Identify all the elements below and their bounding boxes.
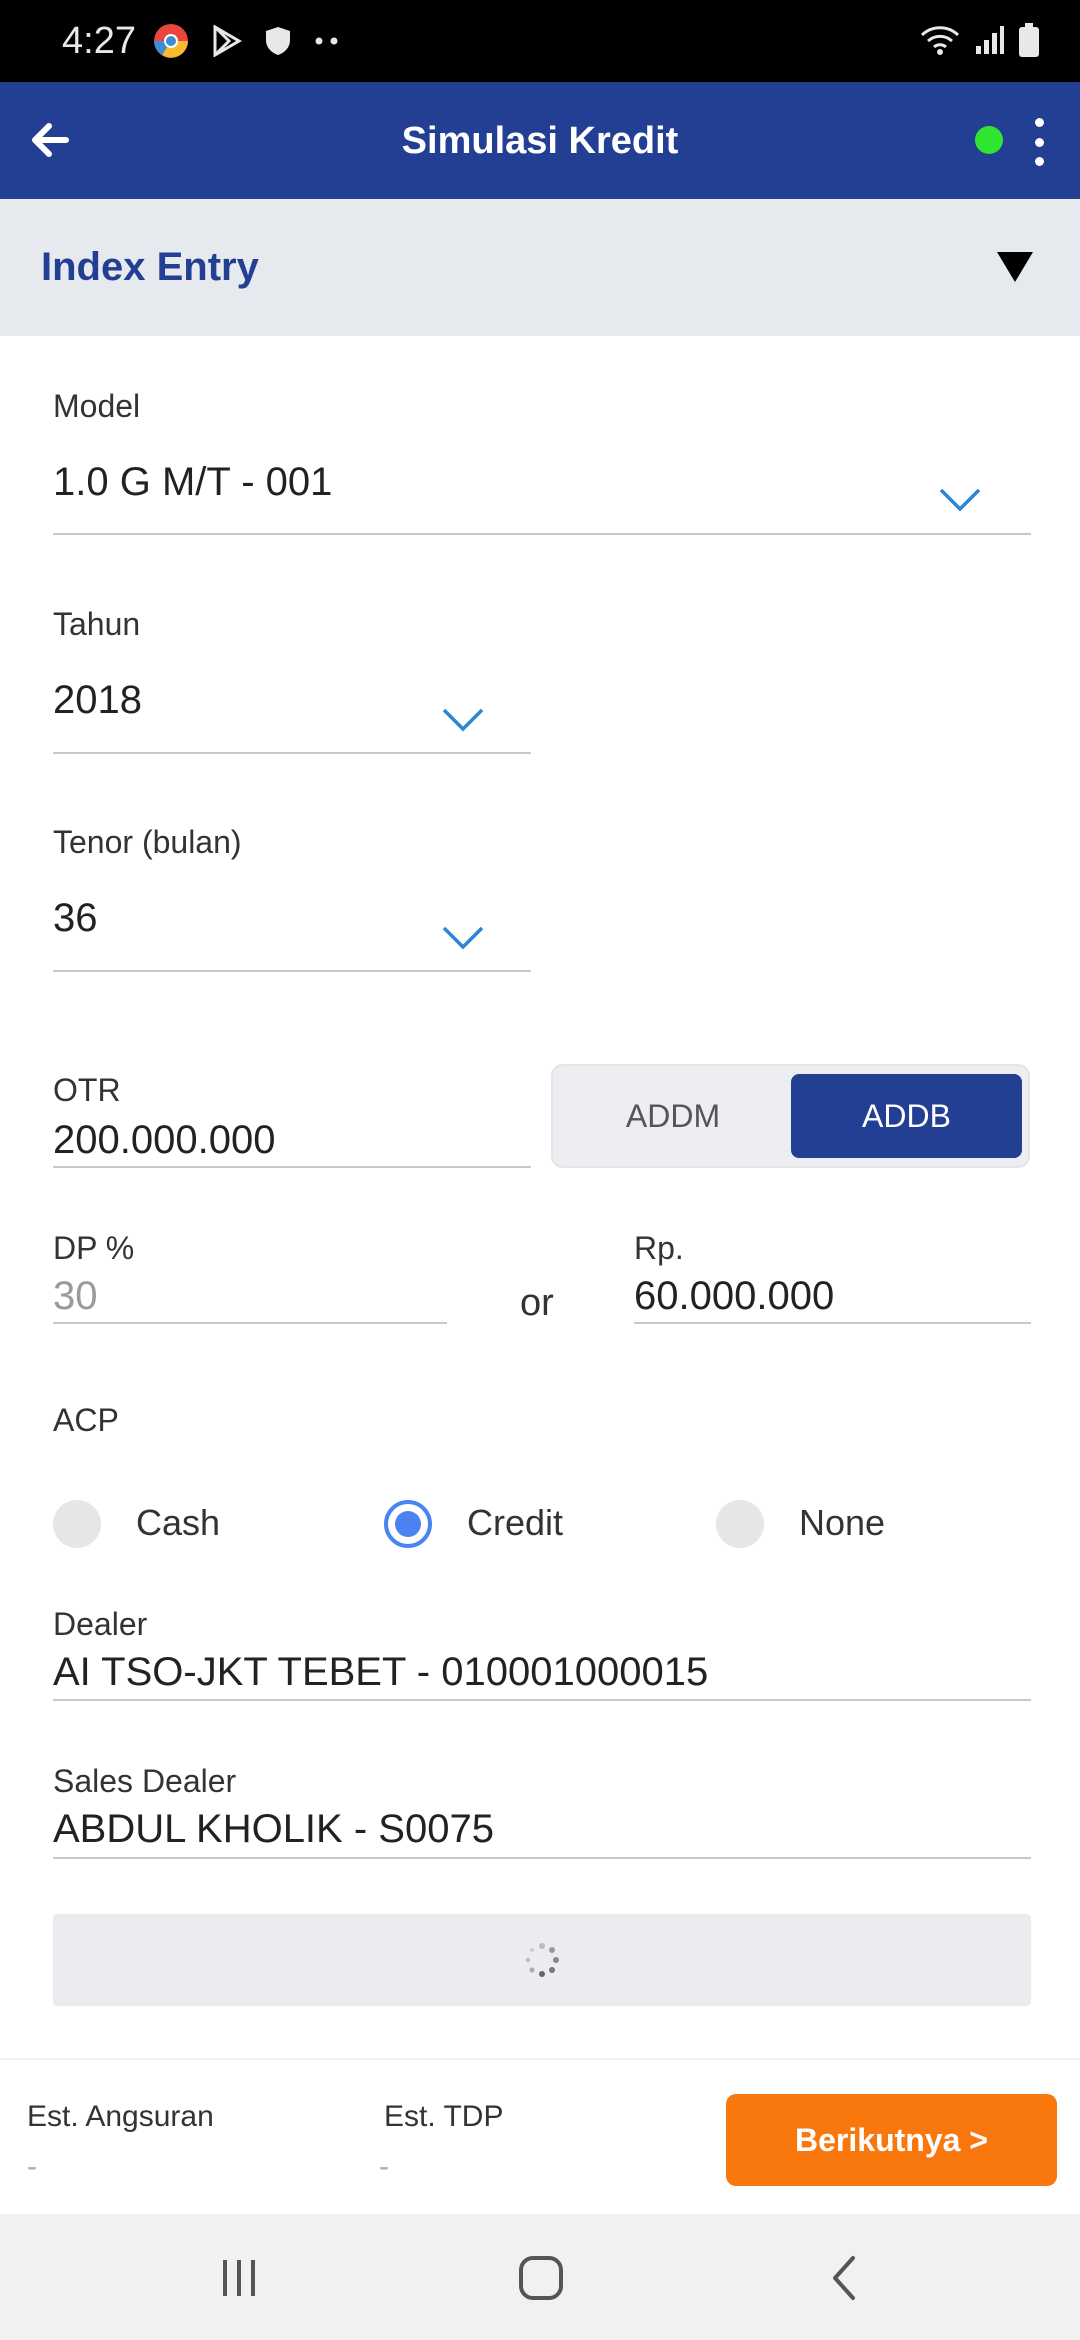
tahun-label: Tahun xyxy=(53,606,141,642)
sales-dealer-underline xyxy=(53,1857,1031,1859)
dp-percent-underline xyxy=(53,1322,447,1324)
summary-panel: Est. Angsuran - Est. TDP - Berikutnya > xyxy=(0,2058,1080,2214)
est-angsuran-label: Est. Angsuran xyxy=(27,2100,214,2133)
system-nav-bar xyxy=(0,2214,1080,2340)
est-tdp-value: - xyxy=(379,2150,389,2183)
otr-underline xyxy=(53,1166,531,1168)
battery-icon xyxy=(1019,23,1039,57)
est-angsuran-value: - xyxy=(27,2150,37,2183)
addb-option[interactable]: ADDB xyxy=(791,1074,1022,1158)
dealer-label: Dealer xyxy=(53,1606,148,1642)
spinner-icon xyxy=(525,1943,559,1977)
model-label: Model xyxy=(53,388,141,424)
addm-addb-toggle: ADDM ADDB xyxy=(551,1064,1030,1168)
dealer-underline xyxy=(53,1699,1031,1701)
est-tdp-label: Est. TDP xyxy=(384,2100,504,2133)
chevron-down-icon xyxy=(442,926,484,950)
chevron-down-icon xyxy=(939,488,981,512)
tenor-underline xyxy=(53,970,531,972)
more-vert-icon xyxy=(1034,118,1044,127)
triangle-down-icon[interactable] xyxy=(996,251,1034,283)
tahun-dropdown[interactable]: 2018 xyxy=(53,668,531,754)
radio-none-label: None xyxy=(799,1502,886,1543)
model-underline xyxy=(53,533,1031,535)
dp-amount-label: Rp. xyxy=(634,1230,684,1266)
model-value: 1.0 G M/T - 001 xyxy=(53,460,333,504)
tahun-underline xyxy=(53,752,531,754)
otr-input[interactable]: 200.000.000 xyxy=(53,1118,275,1163)
radio-credit-label: Credit xyxy=(467,1502,564,1543)
addm-option[interactable]: ADDM xyxy=(563,1074,783,1158)
online-status-dot xyxy=(975,126,1003,154)
otr-label: OTR xyxy=(53,1072,121,1108)
section-title: Index Entry xyxy=(41,245,259,289)
more-notifications-icon xyxy=(315,37,338,45)
more-options-button[interactable] xyxy=(1025,118,1053,166)
radio-none[interactable] xyxy=(716,1500,764,1548)
dp-amount-underline xyxy=(634,1322,1031,1324)
shield-icon xyxy=(266,27,290,55)
dp-percent-label: DP % xyxy=(53,1230,135,1266)
acp-cash-option[interactable]: Cash xyxy=(53,1496,353,1552)
notification-icons xyxy=(152,22,340,60)
recent-apps-button[interactable] xyxy=(209,2250,269,2306)
wifi-icon xyxy=(920,26,960,55)
dealer-input[interactable]: AI TSO-JKT TEBET - 010001000015 xyxy=(53,1650,708,1695)
home-button[interactable] xyxy=(511,2250,571,2306)
home-icon xyxy=(519,2256,563,2300)
signal-icon xyxy=(976,26,1004,54)
tahun-value: 2018 xyxy=(53,678,142,722)
page-title: Simulasi Kredit xyxy=(401,120,679,162)
app-bar: Simulasi Kredit xyxy=(0,82,1080,199)
dp-amount-input[interactable]: 60.000.000 xyxy=(634,1274,834,1319)
nav-back-icon xyxy=(833,2256,855,2300)
tenor-value: 36 xyxy=(53,896,98,940)
recent-apps-icon xyxy=(223,2260,255,2296)
model-dropdown[interactable]: 1.0 G M/T - 001 xyxy=(53,450,1031,536)
acp-label: ACP xyxy=(53,1402,119,1438)
radio-cash[interactable] xyxy=(53,1500,101,1548)
sales-dealer-input[interactable]: ABDUL KHOLIK - S0075 xyxy=(53,1807,494,1852)
play-store-icon xyxy=(213,25,242,57)
loading-bar xyxy=(53,1914,1031,2006)
chevron-down-icon xyxy=(442,708,484,732)
radio-credit[interactable] xyxy=(384,1500,432,1548)
dp-percent-input[interactable]: 30 xyxy=(53,1274,98,1319)
system-icons xyxy=(920,22,1040,58)
tenor-label: Tenor (bulan) xyxy=(53,824,242,860)
radio-cash-label: Cash xyxy=(136,1502,221,1543)
tenor-dropdown[interactable]: 36 xyxy=(53,886,531,972)
status-bar: 4:27 xyxy=(0,0,1080,82)
or-text: or xyxy=(520,1282,554,1324)
index-entry-header[interactable]: Index Entry xyxy=(0,199,1080,336)
acp-none-option[interactable]: None xyxy=(716,1496,1016,1552)
status-time: 4:27 xyxy=(62,20,136,62)
sales-dealer-label: Sales Dealer xyxy=(53,1763,237,1799)
acp-credit-option[interactable]: Credit xyxy=(384,1496,684,1552)
next-button[interactable]: Berikutnya > xyxy=(726,2094,1057,2186)
chrome-icon xyxy=(154,24,188,58)
nav-back-button[interactable] xyxy=(814,2250,874,2306)
